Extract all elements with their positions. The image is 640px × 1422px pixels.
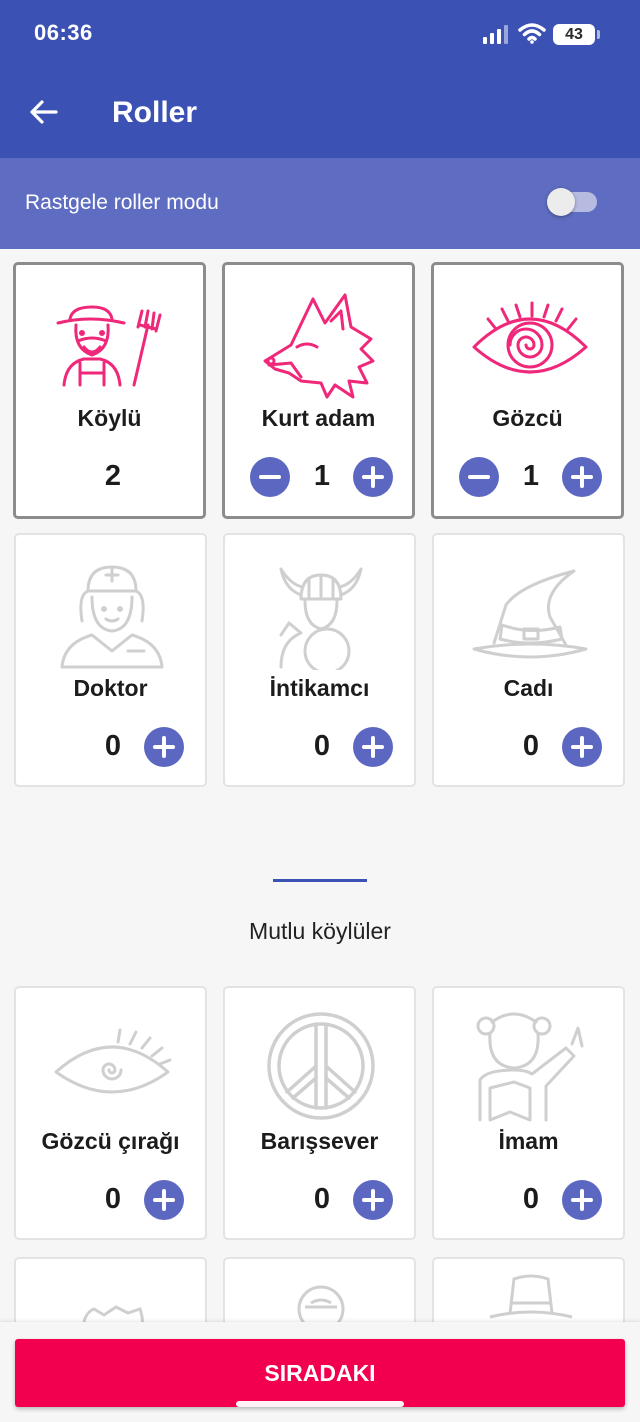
role-name: Cadı [503, 675, 554, 701]
increment-button[interactable] [562, 1180, 602, 1220]
wolf-icon [263, 293, 375, 399]
role-card-gozcu-ciragi[interactable]: Gözcü çırağı 0 [14, 986, 207, 1240]
nurse-icon [60, 565, 164, 669]
role-count: 0 [522, 1183, 540, 1215]
increment-button[interactable] [353, 727, 393, 767]
role-name: Kurt adam [261, 405, 376, 431]
section-divider [273, 879, 367, 882]
role-count: 2 [104, 460, 122, 492]
role-count: 0 [313, 1183, 331, 1215]
role-card-intikamci[interactable]: İntikamcı 0 [223, 533, 416, 787]
role-name: Doktor [73, 675, 148, 701]
random-mode-label: Rastgele roller modu [25, 191, 219, 214]
battery-icon: 43 [553, 24, 600, 45]
role-name: İntikamcı [269, 675, 370, 701]
next-button[interactable]: SIRADAKI [15, 1339, 625, 1407]
role-card-cadi[interactable]: Cadı 0 [432, 533, 625, 787]
role-count: 0 [522, 730, 540, 762]
role-card-imam[interactable]: İmam 0 [432, 986, 625, 1240]
role-name: Gözcü [492, 405, 563, 431]
status-time: 06:36 [34, 20, 93, 45]
toggle-knob [547, 188, 575, 216]
role-count: 1 [522, 460, 540, 492]
role-count: 0 [104, 1183, 122, 1215]
back-arrow-icon[interactable] [26, 94, 62, 130]
role-card-barissever[interactable]: Barışsever 0 [223, 986, 416, 1240]
role-count: 1 [313, 460, 331, 492]
role-name: İmam [498, 1128, 559, 1154]
signal-icon [483, 25, 508, 44]
role-count: 0 [313, 730, 331, 762]
random-mode-bar: Rastgele roller modu [0, 158, 640, 249]
increment-button[interactable] [353, 457, 393, 497]
role-card-koylu[interactable]: Köylü 2 [13, 262, 206, 519]
random-mode-toggle[interactable] [547, 188, 597, 216]
battery-level: 43 [565, 26, 583, 43]
wifi-icon [518, 23, 546, 44]
role-card-kurt-adam[interactable]: Kurt adam 1 [222, 262, 415, 519]
role-name: Köylü [77, 405, 142, 431]
role-name: Gözcü çırağı [41, 1128, 180, 1154]
eye-icon [472, 301, 588, 374]
role-card-doktor[interactable]: Doktor 0 [14, 533, 207, 787]
peace-icon [267, 1012, 375, 1120]
imam-icon [476, 1012, 584, 1122]
role-count: 0 [104, 730, 122, 762]
home-indicator[interactable] [236, 1401, 404, 1407]
role-card-gozcu[interactable]: Gözcü 1 [431, 262, 624, 519]
app-bar: Roller [0, 68, 640, 158]
section-title: Mutlu köylüler [249, 918, 391, 944]
page-title: Roller [112, 96, 198, 129]
role-name: Barışsever [260, 1128, 379, 1154]
increment-button[interactable] [562, 727, 602, 767]
witch-hat-icon [472, 569, 588, 659]
decrement-button[interactable] [459, 457, 499, 497]
decrement-button[interactable] [250, 457, 290, 497]
status-bar: 06:36 43 [0, 0, 640, 68]
viking-icon [279, 567, 363, 670]
eye-apprentice-icon [54, 1028, 172, 1094]
increment-button[interactable] [353, 1180, 393, 1220]
farmer-icon [56, 305, 162, 387]
increment-button[interactable] [144, 727, 184, 767]
increment-button[interactable] [562, 457, 602, 497]
increment-button[interactable] [144, 1180, 184, 1220]
